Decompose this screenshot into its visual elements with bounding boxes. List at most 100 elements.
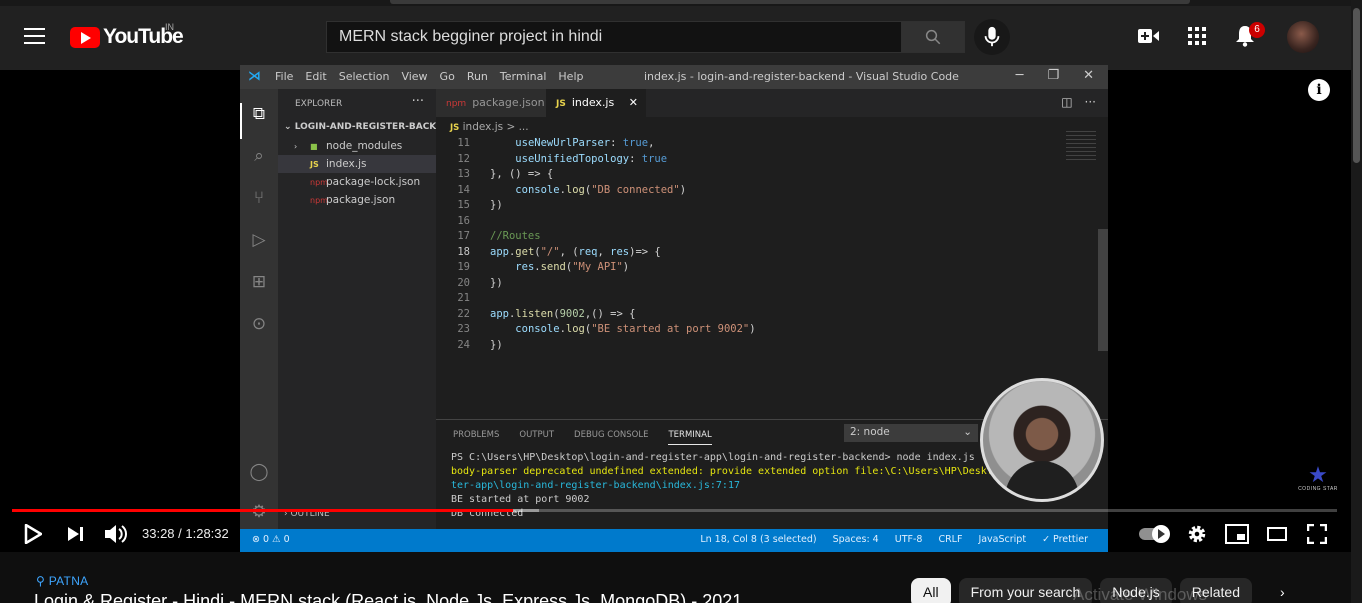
miniplayer-icon: [1225, 524, 1249, 544]
folder-icon: ■: [310, 142, 318, 151]
code-line: 21: [436, 291, 756, 307]
hamburger-icon[interactable]: [24, 28, 45, 45]
editor-actions: ◫ ···: [1061, 95, 1096, 109]
code-text: //Routes: [490, 230, 541, 242]
top-scroll-thumb[interactable]: [390, 0, 1190, 4]
fullscreen-button[interactable]: [1303, 520, 1331, 548]
more-icon: ···: [411, 94, 424, 109]
js-file-icon: JS: [450, 123, 460, 133]
voice-search-button[interactable]: [974, 19, 1010, 55]
create-button[interactable]: [1137, 24, 1161, 48]
code-line: 11 useNewUrlParser: true,: [436, 136, 756, 152]
code-line: 14 console.log("DB connected"): [436, 183, 756, 199]
line-number: 11: [457, 137, 470, 149]
vscode-window-controls: ─ ❐ ✕: [1016, 68, 1094, 83]
autoplay-toggle[interactable]: [1139, 525, 1170, 543]
apps-button[interactable]: [1185, 24, 1209, 48]
play-button[interactable]: [19, 520, 47, 548]
code-text: res.send("My API"): [515, 261, 630, 273]
page-scroll-thumb[interactable]: [1353, 8, 1360, 163]
video-frame-vscode: ⋊ File Edit Selection View Go Run Termin…: [240, 65, 1108, 552]
chip-all[interactable]: All: [911, 578, 951, 603]
line-number: 17: [457, 230, 470, 242]
presenter-webcam: [980, 378, 1104, 502]
code-area: 11 useNewUrlParser: true, 12 useUnifiedTo…: [436, 136, 756, 354]
code-text: console.log("BE started at port 9002"): [515, 323, 756, 335]
tree-item: npmpackage-lock.json: [278, 173, 436, 191]
location-tag[interactable]: ⚲ PATNA: [36, 574, 88, 588]
progress-bar[interactable]: [12, 509, 1337, 512]
tree-item-label: package-lock.json: [326, 176, 421, 188]
search-button[interactable]: [901, 21, 965, 53]
masthead: YouTube IN MERN stack begginer project i…: [0, 0, 1362, 70]
editor-scrollbar: [1098, 229, 1108, 351]
vscode-menu-item: Go: [439, 70, 455, 83]
panel-tab-problems: PROBLEMS: [453, 430, 500, 440]
code-text: }): [490, 338, 503, 351]
more-icon: ···: [1084, 95, 1096, 109]
code-text: app.get("/", (req, res)=> {: [490, 245, 661, 258]
avatar[interactable]: [1287, 21, 1319, 53]
time-display: 33:28 / 1:28:32: [142, 526, 229, 541]
npm-file-icon: npm: [310, 196, 328, 205]
notification-count-badge: 6: [1249, 22, 1265, 38]
terminal-line: body-parser deprecated undefined extende…: [451, 466, 999, 477]
tab-label: index.js: [571, 96, 615, 109]
mic-icon: [984, 26, 1000, 47]
channel-watermark[interactable]: ★ CODING STAR: [1296, 464, 1340, 493]
panel-tab-debug-console: DEBUG CONSOLE: [574, 430, 649, 440]
vscode-menu-item: Terminal: [499, 70, 547, 83]
search-icon: [925, 29, 941, 45]
theater-button[interactable]: [1263, 520, 1291, 548]
vscode-menu-item: Help: [558, 70, 584, 83]
extensions-icon: ⊞: [251, 272, 267, 292]
line-number: 18: [457, 245, 470, 258]
next-button[interactable]: [62, 520, 90, 548]
account-icon: ◯: [249, 462, 269, 482]
video-player[interactable]: ⋊ File Edit Selection View Go Run Termin…: [0, 65, 1351, 552]
project-name: LOGIN-AND-REGISTER-BACKE...: [294, 122, 453, 132]
miniplayer-button[interactable]: [1223, 520, 1251, 548]
play-icon: [24, 524, 42, 544]
location-label: PATNA: [48, 574, 89, 588]
tree-item-label: node_modules: [326, 140, 403, 152]
js-file-icon: JS: [310, 160, 319, 169]
search-input[interactable]: MERN stack begginer project in hindi: [326, 21, 902, 53]
code-line: 15}): [436, 198, 756, 214]
terminal-line: BE started at port 9002: [451, 494, 590, 505]
code-line: 24}): [436, 338, 756, 354]
code-line: 20}): [436, 276, 756, 292]
explorer-header: EXPLORER: [295, 99, 343, 109]
breadcrumb: JS index.js > ...: [450, 121, 529, 133]
info-icon[interactable]: i: [1308, 79, 1330, 101]
youtube-logo[interactable]: YouTube IN: [70, 22, 184, 50]
autoplay-knob: [1152, 525, 1170, 543]
create-video-icon: [1138, 29, 1159, 43]
line-number: 16: [457, 214, 470, 227]
volume-button[interactable]: [102, 520, 130, 548]
terminal-selector-value: 2: node: [850, 426, 890, 438]
tree-item-label: index.js: [326, 158, 367, 170]
tab-label: package.json: [472, 96, 545, 109]
line-number: 21: [457, 292, 470, 304]
source-control-icon: ⑂: [253, 188, 265, 208]
apps-icon: [1188, 27, 1206, 45]
volume-icon: [105, 525, 127, 543]
code-text: console.log("DB connected"): [515, 183, 687, 196]
project-folder: ⌄ LOGIN-AND-REGISTER-BACKE...: [284, 122, 453, 132]
code-text: useUnifiedTopology: true: [515, 152, 668, 165]
close-icon: ✕: [628, 96, 638, 109]
page-scrollbar[interactable]: [1351, 0, 1362, 603]
line-number: 24: [457, 338, 470, 351]
vscode-logo-icon: ⋊: [248, 69, 261, 84]
settings-button[interactable]: [1183, 520, 1211, 548]
chevron-right-icon[interactable]: ›: [1280, 584, 1285, 600]
close-icon: ✕: [1083, 68, 1094, 83]
vscode-window-title: index.js - login-and-register-backend - …: [644, 70, 959, 83]
vscode-explorer: EXPLORER ··· ⌄ LOGIN-AND-REGISTER-BACKE.…: [278, 89, 453, 529]
minimize-icon: ─: [1015, 68, 1024, 83]
code-line: 17 //Routes: [436, 229, 756, 245]
line-number: 20: [457, 276, 470, 289]
vscode-editor: npm package.json JS index.js ✕ ◫ ··· JS inde…: [436, 89, 1108, 419]
top-strip: [0, 0, 1362, 6]
